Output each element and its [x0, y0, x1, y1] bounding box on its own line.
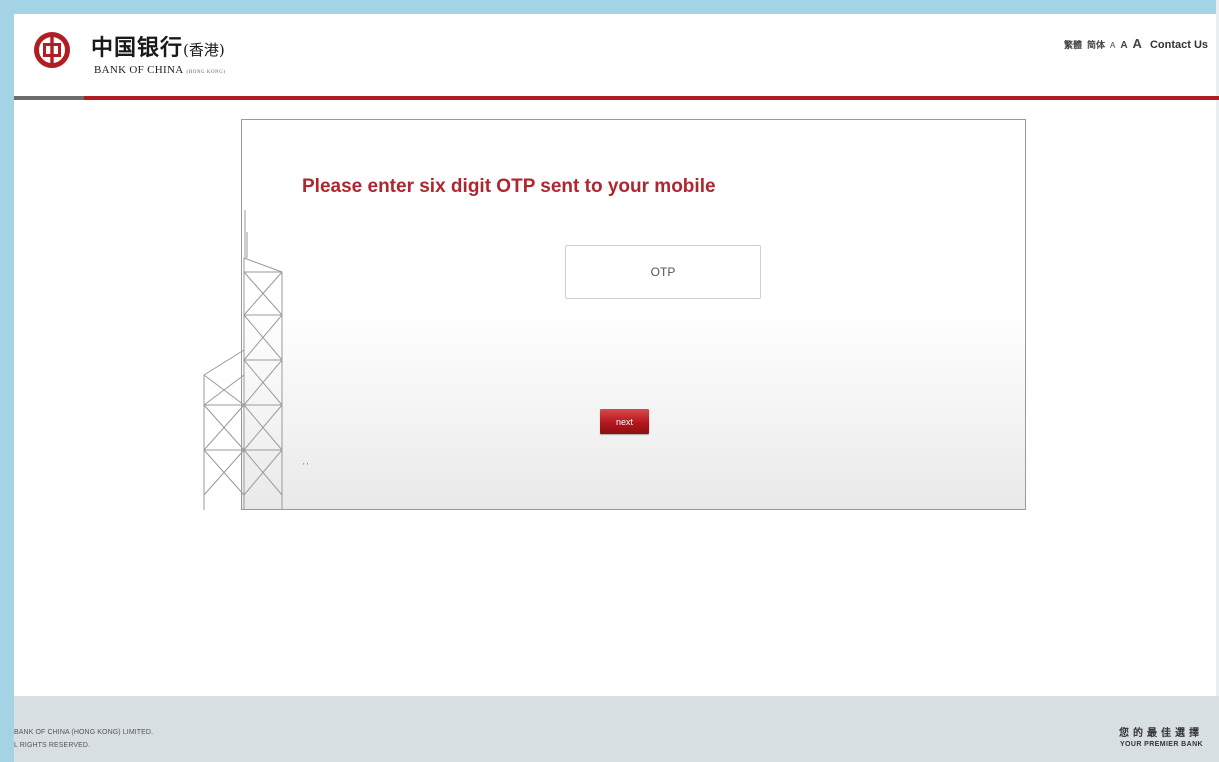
small-mark-text: ' ' [303, 462, 309, 471]
copyright-line-1: BANK OF CHINA (HONG KONG) LIMITED. [14, 729, 154, 736]
page-footer: BANK OF CHINA (HONG KONG) LIMITED. L RIG… [14, 696, 1219, 762]
contact-us-link[interactable]: Contact Us [1150, 39, 1208, 51]
header-divider-red [84, 96, 1219, 100]
slogan-chinese: 您的最佳選擇 [1119, 728, 1203, 739]
bank-of-china-logo-icon[interactable] [34, 32, 70, 68]
window-frame-left [0, 0, 14, 762]
logo-english-name: BANK OF CHINA (HONG KONG) [94, 64, 225, 76]
otp-input[interactable] [565, 245, 761, 299]
logo-en-region: (HONG KONG) [186, 70, 226, 75]
utility-links: 繁體 简体 A A A Contact Us [1064, 36, 1208, 51]
logo-en-text: BANK OF CHINA [94, 64, 184, 76]
copyright-line-2: L RIGHTS RESERVED. [14, 742, 91, 749]
bank-tower-illustration [203, 210, 283, 510]
bank-slogan: 您的最佳選擇 YOUR PREMIER BANK [1119, 724, 1203, 748]
page-header: 中国银行(香港) BANK OF CHINA (HONG KONG) 繁體 简体 … [14, 14, 1216, 100]
logo-cn-text: 中国银行 [91, 35, 184, 61]
next-button[interactable]: next [600, 409, 649, 434]
otp-instruction-heading: Please enter six digit OTP sent to your … [302, 176, 716, 197]
logo-cn-region: (香港) [183, 41, 225, 59]
slogan-english: YOUR PREMIER BANK [1119, 741, 1203, 748]
header-divider-gray [14, 96, 84, 100]
font-size-small-button[interactable]: A [1110, 41, 1115, 50]
window-frame-top [0, 0, 1219, 14]
lang-traditional-link[interactable]: 繁體 [1064, 38, 1082, 51]
font-size-medium-button[interactable]: A [1120, 40, 1127, 51]
font-size-large-button[interactable]: A [1133, 36, 1142, 51]
lang-simplified-link[interactable]: 简体 [1087, 38, 1105, 51]
logo-chinese-name: 中国银行(香港) [91, 30, 225, 62]
copyright-notice: BANK OF CHINA (HONG KONG) LIMITED. L RIG… [14, 726, 153, 752]
